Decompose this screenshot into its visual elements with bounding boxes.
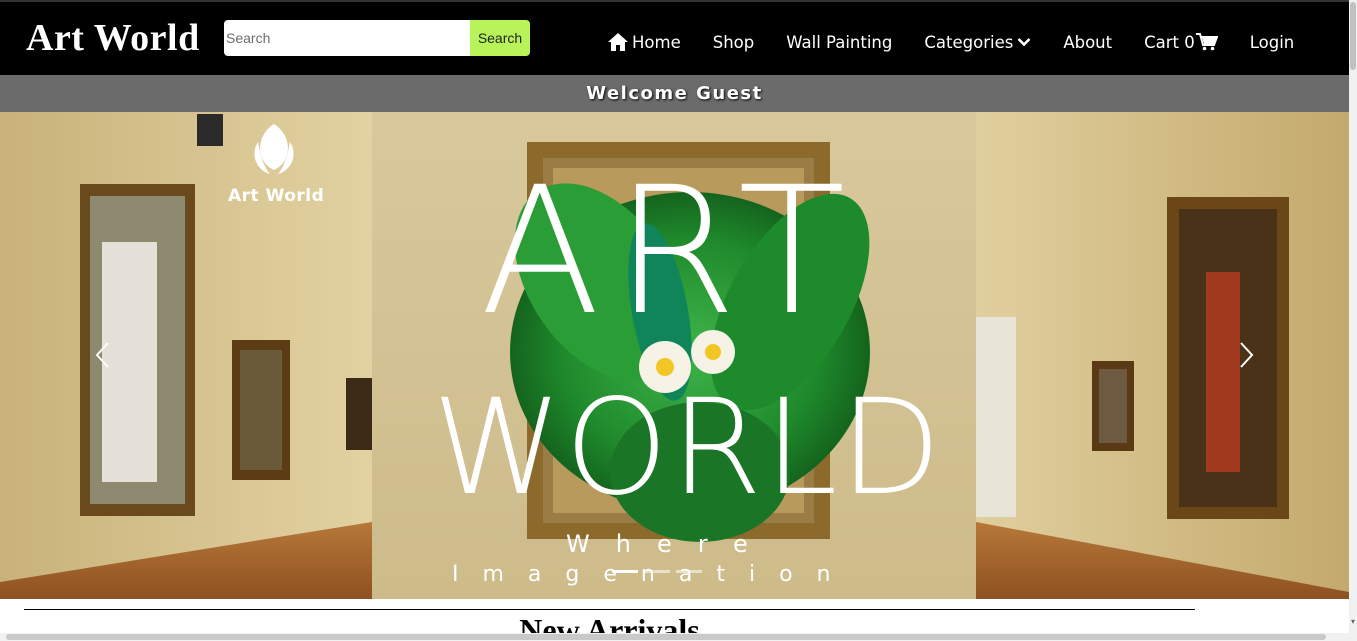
home-icon [608,33,628,51]
vertical-scrollbar-thumb[interactable] [1350,2,1356,70]
carousel-logo-text: Art World [228,186,325,206]
section-divider [24,609,1195,610]
carousel-indicator-2[interactable] [644,570,670,573]
nav-links: Home Shop Wall Painting Categories About… [608,29,1326,55]
carousel-indicators [612,570,708,573]
horizontal-scrollbar[interactable] [0,633,1349,641]
carousel-indicator-3[interactable] [676,570,702,573]
welcome-text: Welcome Guest [586,83,763,104]
nav-about[interactable]: About [1063,33,1112,52]
nav-home[interactable]: Home [608,33,681,52]
nav-categories-label: Categories [924,32,1014,52]
nav-about-label: About [1063,32,1113,52]
nav-login-label: Login [1249,32,1295,52]
chevron-left-icon [94,341,110,373]
scroll-down-arrow-icon[interactable]: ▾ [1349,617,1357,627]
nav-cart-label: Cart 0 [1144,32,1195,52]
search-button[interactable]: Search [470,20,530,56]
vertical-scrollbar[interactable]: ▾ [1349,0,1357,641]
hero-carousel: Art World ART WORLD Where Imagenation [0,112,1349,599]
nav-shop[interactable]: Shop [713,33,755,52]
brand-logo[interactable]: Art World [26,16,200,60]
nav-login[interactable]: Login [1250,33,1295,52]
hero-subtitle-line2: Imagenation [452,562,855,587]
nav-shop-label: Shop [712,32,755,52]
horizontal-scrollbar-thumb[interactable] [6,634,1326,640]
carousel-prev-button[interactable] [82,332,122,382]
hero-title-line2: WORLD [432,371,944,525]
hero-subtitle-line1: Where [566,530,774,558]
shopping-cart-icon [1195,33,1218,51]
nav-categories-dropdown[interactable]: Categories [924,33,1031,52]
chevron-right-icon [1239,341,1255,373]
welcome-banner: Welcome Guest [0,75,1349,112]
search-input[interactable] [224,20,470,56]
nav-wall-painting-label: Wall Painting [786,32,893,52]
navbar: Art World Search Home Shop Wall Painting… [0,0,1349,75]
hero-title-line1: ART [480,149,860,354]
carousel-indicator-1[interactable] [612,570,638,573]
carousel-next-button[interactable] [1227,332,1267,382]
nav-cart[interactable]: Cart 0 [1144,33,1218,52]
chevron-down-icon [1017,37,1031,47]
nav-wall-painting[interactable]: Wall Painting [786,33,892,52]
nav-home-label: Home [632,32,681,52]
search-form: Search [224,20,530,56]
